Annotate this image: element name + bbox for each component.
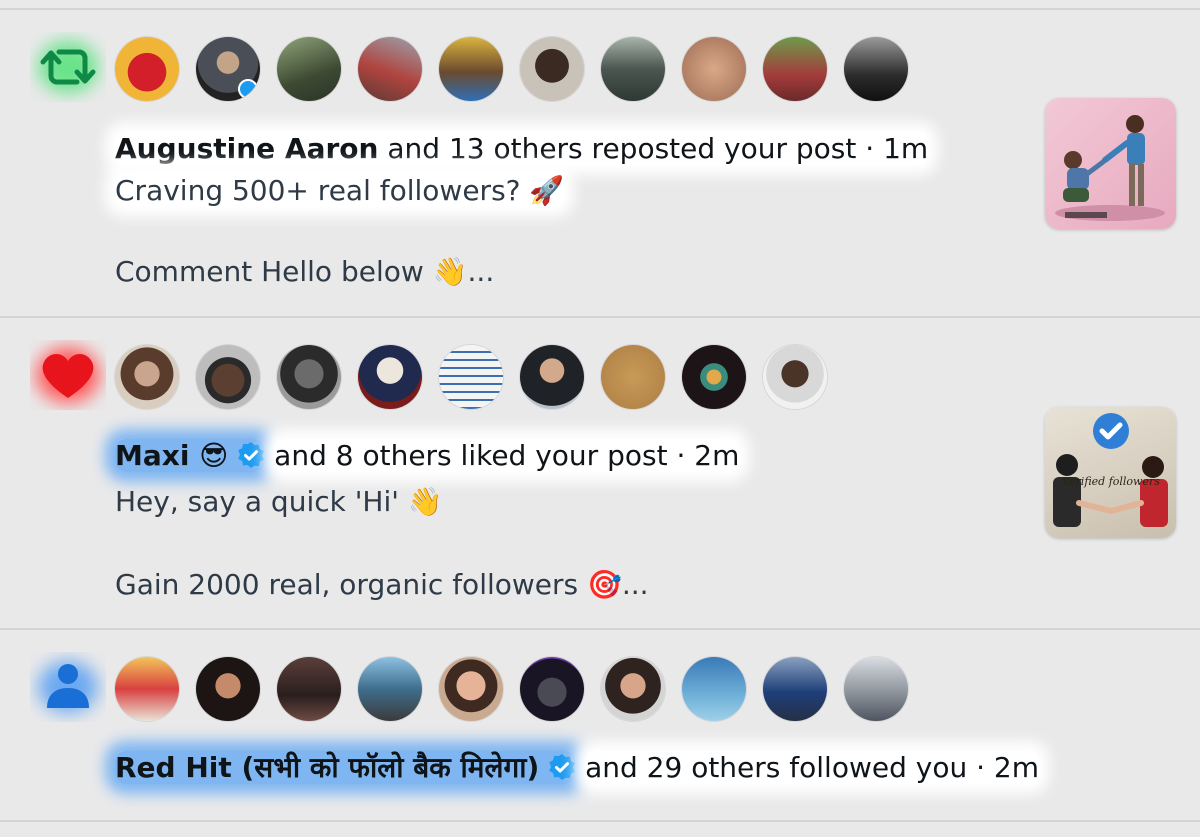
avatar[interactable] xyxy=(196,345,260,409)
avatar-row xyxy=(115,345,827,409)
avatar-row xyxy=(115,657,908,721)
notification-headline: Maxi 😎 and 8 others liked your post · 2m xyxy=(115,438,740,474)
verified-badge-icon xyxy=(238,442,265,468)
avatar[interactable] xyxy=(115,657,179,721)
person-icon xyxy=(30,652,106,722)
notification-headline: Augustine Aaron and 13 others reposted y… xyxy=(115,131,929,167)
divider xyxy=(0,820,1200,822)
post-preview-line: Comment Hello below 👋... xyxy=(115,255,495,288)
post-thumbnail[interactable] xyxy=(1045,98,1176,229)
avatar[interactable] xyxy=(115,345,179,409)
avatar[interactable] xyxy=(601,657,665,721)
avatar[interactable] xyxy=(115,37,179,101)
repost-icon xyxy=(30,32,106,102)
post-thumbnail-icon: Verified followers xyxy=(1053,413,1168,527)
avatar[interactable] xyxy=(763,657,827,721)
avatar[interactable] xyxy=(601,345,665,409)
avatar[interactable] xyxy=(763,37,827,101)
avatar[interactable] xyxy=(844,37,908,101)
avatar[interactable] xyxy=(682,37,746,101)
verified-badge-icon xyxy=(549,754,575,780)
actor-name[interactable]: Red Hit (सभी को फॉलो बैक मिलेगा) xyxy=(115,751,539,784)
avatar[interactable] xyxy=(439,37,503,101)
avatar[interactable] xyxy=(196,37,260,101)
avatar[interactable] xyxy=(277,345,341,409)
avatar[interactable] xyxy=(277,37,341,101)
notification-like[interactable]: Maxi 😎 and 8 others liked your post · 2m… xyxy=(0,318,1200,628)
action-text: and 13 others reposted your post · 1m xyxy=(387,132,929,165)
action-text: and 8 others liked your post · 2m xyxy=(274,439,740,472)
post-preview-line: Gain 2000 real, organic followers 🎯... xyxy=(115,568,649,601)
avatar[interactable] xyxy=(520,657,584,721)
notifications-feed: Augustine Aaron and 13 others reposted y… xyxy=(0,0,1200,837)
avatar[interactable] xyxy=(682,345,746,409)
avatar[interactable] xyxy=(763,345,827,409)
avatar-row xyxy=(115,37,908,101)
avatar[interactable] xyxy=(358,657,422,721)
avatar[interactable] xyxy=(844,657,908,721)
avatar[interactable] xyxy=(520,345,584,409)
avatar[interactable] xyxy=(439,345,503,409)
post-thumbnail-icon xyxy=(1055,115,1165,221)
notification-headline: Red Hit (सभी को फॉलो बैक मिलेगा) and 29 … xyxy=(115,750,1039,786)
action-text: and 29 others followed you · 2m xyxy=(585,751,1039,784)
avatar[interactable] xyxy=(520,37,584,101)
post-preview-line: Craving 500+ real followers? 🚀 xyxy=(115,174,565,207)
avatar[interactable] xyxy=(277,657,341,721)
avatar[interactable] xyxy=(358,37,422,101)
verified-badge-icon xyxy=(238,79,258,99)
actor-name[interactable]: Maxi 😎 xyxy=(115,439,228,472)
notification-repost[interactable]: Augustine Aaron and 13 others reposted y… xyxy=(0,10,1200,316)
avatar[interactable] xyxy=(358,345,422,409)
avatar[interactable] xyxy=(196,657,260,721)
heart-icon xyxy=(30,340,106,410)
notification-follow[interactable]: Red Hit (सभी को फॉलो बैक मिलेगा) and 29 … xyxy=(0,630,1200,820)
avatar[interactable] xyxy=(601,37,665,101)
post-thumbnail[interactable]: Verified followers xyxy=(1045,407,1176,538)
actor-name[interactable]: Augustine Aaron xyxy=(115,132,378,165)
avatar[interactable] xyxy=(439,657,503,721)
avatar[interactable] xyxy=(682,657,746,721)
svg-text:Verified followers: Verified followers xyxy=(1062,475,1160,488)
post-preview-line: Hey, say a quick 'Hi' 👋 xyxy=(115,485,443,518)
